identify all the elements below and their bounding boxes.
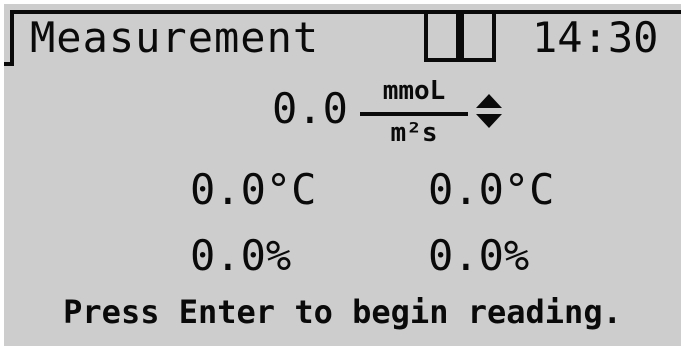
up-down-arrow-icon[interactable] bbox=[476, 94, 502, 128]
flux-unit-fraction-bar bbox=[360, 112, 468, 116]
flux-unit-denominator: m²s bbox=[390, 118, 438, 148]
flux-unit-numerator: mmoL bbox=[382, 76, 446, 106]
temperature-readout-1: 0.0°C bbox=[190, 165, 317, 214]
status-indicator-box bbox=[460, 14, 496, 62]
lcd-screen: Measurement 14:30 0.0 mmoL m²s 0.0°C 0.0… bbox=[4, 4, 681, 346]
temperature-readout-2: 0.0°C bbox=[428, 165, 555, 214]
humidity-readout-1: 0.0% bbox=[190, 231, 292, 280]
flux-value: 0.0 bbox=[272, 84, 348, 133]
clock-time: 14:30 bbox=[532, 13, 659, 62]
title-bar: Measurement 14:30 bbox=[4, 4, 681, 66]
screen-title: Measurement bbox=[30, 13, 320, 62]
status-prompt: Press Enter to begin reading. bbox=[63, 293, 622, 331]
status-indicator-box bbox=[424, 14, 460, 62]
humidity-readout-2: 0.0% bbox=[428, 231, 530, 280]
